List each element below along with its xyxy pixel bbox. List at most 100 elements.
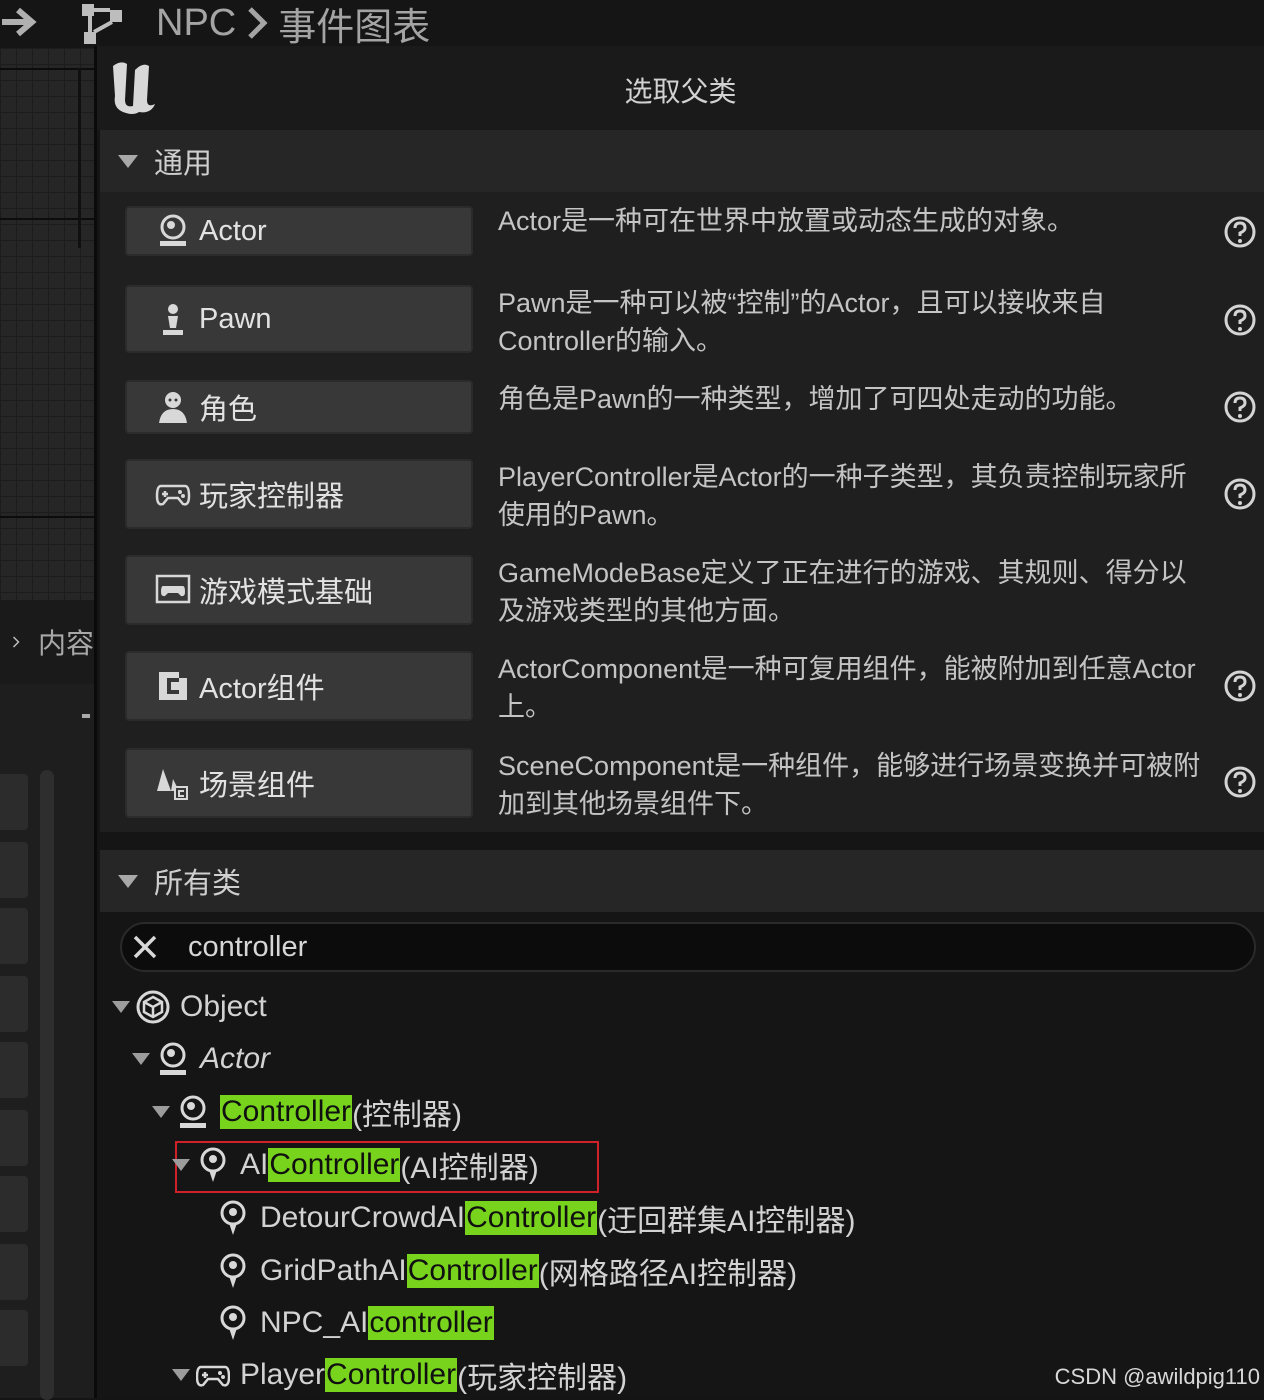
common-section-title: 通用 [154,148,213,180]
character-class-description: 角色是Pawn的一种类型，增加了可四处走动的功能。 [498,384,1133,414]
graph-canvas[interactable] [0,48,94,608]
tree-item-grid-path-ai-controller[interactable]: GridPathAI Controller (网格路径AI控制器) [192,1246,797,1296]
player-controller-class-description: PlayerController是Actor的一种子类型，其负责控制玩家所使用的… [498,462,1187,530]
ai-controller-icon [220,1200,246,1235]
tree-item-player-controller[interactable]: Player Controller (玩家控制器) [172,1350,627,1400]
common-section-header[interactable]: 通用 [100,130,1264,192]
breadcrumb: NPC 事件图表 [156,0,430,49]
actor-icon [160,214,186,246]
all-classes-section-title: 所有类 [154,868,242,900]
event-graph-icon [82,4,122,44]
help-icon[interactable] [1223,765,1257,799]
breadcrumb-current[interactable]: 事件图表 [278,0,430,51]
actor-class-description: Actor是一种可在世界中放置或动态生成的对象。 [498,206,1075,236]
content-drawer-row[interactable]: 内容 [0,600,94,684]
collapse-triangle-icon[interactable] [118,874,138,888]
tree-item-suffix: (控制器) [352,1099,463,1132]
search-match-highlight: Controller [220,1095,353,1129]
tree-item-suffix: (迂回群集AI控制器) [597,1205,856,1238]
expand-triangle-icon[interactable] [112,1001,130,1013]
tree-item-prefix: Object [180,990,267,1023]
arrow-right-icon[interactable] [0,2,40,42]
character-class-label: 角色 [199,394,258,426]
controller-icon [180,1095,206,1128]
pawn-icon [163,304,183,335]
breadcrumb-root[interactable]: NPC [156,2,236,45]
dialog-title: 选取父类 [624,76,737,107]
tree-item-suffix: (玩家控制器) [457,1362,628,1395]
chevron-right-icon[interactable] [12,629,20,655]
panel-tile[interactable] [0,976,28,1032]
panel-tile[interactable] [0,1310,28,1366]
all-classes-panel: Object Actor Controller (控制器) [100,912,1264,1398]
common-classes-panel: Actor Actor是一种可在世界中放置或动态生成的对象。 Pawn Pawn… [100,192,1264,832]
tree-item-prefix: GridPathAI [260,1254,407,1287]
help-icon[interactable] [1223,215,1257,249]
tree-item-prefix: DetourCrowdAI [260,1201,466,1234]
collapse-triangle-icon[interactable] [118,154,138,168]
tree-item-prefix: NPC_AI [260,1306,369,1339]
actor-class-button[interactable]: Actor [125,206,473,256]
tree-item-suffix: (AI控制器) [400,1152,539,1185]
chevron-right-icon [248,7,268,39]
scene-component-class-label: 场景组件 [199,770,316,802]
help-icon[interactable] [1223,669,1257,703]
game-mode-base-class-button[interactable]: 游戏模式基础 [125,555,473,625]
tree-item-prefix: AI [240,1148,269,1181]
help-icon[interactable] [1223,390,1257,424]
panel-tile[interactable] [0,842,28,898]
search-match-highlight: Controller [465,1201,598,1235]
expand-triangle-icon[interactable] [172,1159,190,1171]
actor-class-label: Actor [199,214,267,247]
panel-tile[interactable] [0,1042,28,1098]
tree-item-suffix: (网格路径AI控制器) [538,1258,798,1291]
clear-search-icon[interactable] [132,934,158,960]
scene-component-class-button[interactable]: 场景组件 [125,748,473,818]
panel-tile[interactable] [0,1110,28,1166]
scene-component-icon [157,769,188,800]
expand-triangle-icon[interactable] [152,1106,170,1118]
tree-item-controller[interactable]: Controller (控制器) [152,1087,462,1137]
all-classes-section-header[interactable]: 所有类 [100,850,1264,912]
expand-triangle-icon[interactable] [132,1053,150,1065]
search-match-highlight: Controller [268,1148,401,1182]
actor-component-class-label: Actor组件 [199,673,325,705]
help-icon[interactable] [1223,477,1257,511]
player-controller-class-button[interactable]: 玩家控制器 [125,459,473,529]
tree-item-ai-controller[interactable]: AI Controller (AI控制器) [172,1140,539,1190]
panel-dash [82,714,90,718]
tree-item-prefix: Player [240,1358,326,1391]
class-search-input[interactable] [188,930,1088,964]
expand-triangle-icon[interactable] [172,1369,190,1381]
tree-item-detour-crowd-ai-controller[interactable]: DetourCrowdAI Controller (迂回群集AI控制器) [192,1193,855,1243]
search-match-highlight: controller [368,1306,494,1340]
panel-scrollbar[interactable] [40,770,54,1400]
actor-icon [160,1042,186,1075]
content-label: 内容 [37,628,94,659]
tree-item-prefix: Actor [200,1042,271,1075]
pick-parent-class-dialog: 选取父类 通用 Actor Actor是一种可在世界中放置或动态生成的对象。 P… [94,46,1264,1398]
actor-component-class-button[interactable]: Actor组件 [125,651,473,721]
game-mode-icon [155,574,191,604]
panel-tile[interactable] [0,1176,28,1232]
tree-item-object[interactable]: Object [112,982,267,1032]
actor-component-icon [159,672,187,700]
tree-item-actor[interactable]: Actor [132,1034,270,1084]
panel-tile[interactable] [0,908,28,964]
dialog-title-bar[interactable]: 选取父类 [97,46,1264,130]
panel-tile[interactable] [0,774,28,830]
pawn-class-button[interactable]: Pawn [125,285,473,353]
ai-controller-icon [200,1147,226,1182]
ai-controller-icon [220,1305,246,1340]
search-match-highlight: Controller [325,1358,458,1392]
side-panel [0,684,94,1400]
editor-top-bar: NPC 事件图表 [0,0,1264,49]
scene-component-class-description: SceneComponent是一种组件，能够进行场景变换并可被附加到其他场景组件… [498,751,1201,819]
pawn-class-label: Pawn [199,302,272,335]
help-icon[interactable] [1223,303,1257,337]
character-class-button[interactable]: 角色 [125,380,473,434]
player-controller-class-label: 玩家控制器 [199,481,345,513]
tree-item-npc-ai-controller[interactable]: NPC_AI controller [192,1298,494,1348]
actor-component-class-description: ActorComponent是一种可复用组件，能被附加到任意Actor上。 [498,654,1196,722]
panel-tile[interactable] [0,1244,28,1300]
